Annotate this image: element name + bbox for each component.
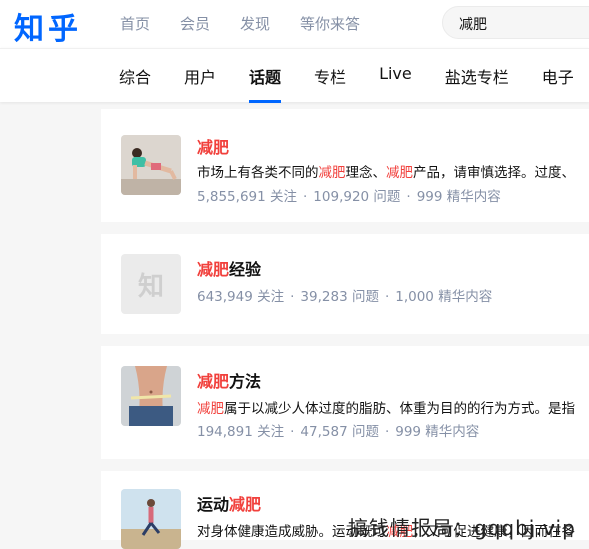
desc-highlight: 减肥 (318, 165, 346, 181)
followers-count: 194,891 关注 (197, 424, 285, 440)
tab-users[interactable]: 用户 (184, 64, 216, 88)
title-highlight: 减肥 (197, 372, 230, 391)
topic-stats: 194,891 关注 · 47,587 问题 · 999 精华内容 (197, 420, 479, 440)
topic-card[interactable]: 知 减肥经验 643,949 关注 · 39,283 问题 · 1,000 精华内容 (101, 234, 589, 334)
topic-card[interactable]: 减肥方法 减肥属于以减少人体过度的脂肪、体重为目的的行为方式。是指 194,89… (101, 346, 589, 459)
followers-count: 643,949 关注 (197, 289, 285, 305)
topic-stats: 5,855,691 关注 · 109,920 问题 · 999 精华内容 (197, 185, 501, 205)
essence-count: 1,000 精华内容 (395, 289, 493, 305)
followers-count: 5,855,691 关注 (197, 189, 297, 205)
top-header: 知乎 首页 会员 发现 等你来答 减肥 (0, 0, 589, 48)
plank-workout-photo[interactable] (121, 135, 181, 195)
separator: · (384, 289, 390, 305)
separator: · (290, 424, 295, 440)
desc-text: 属于以减少人体过度的脂肪、体重为目的的行为方式。是指 (224, 401, 575, 417)
separator: · (290, 289, 295, 305)
search-tabs: 综合 用户 话题 专栏 Live 盐选专栏 电子 (119, 64, 589, 103)
tab-all[interactable]: 综合 (119, 64, 151, 88)
top-nav: 首页 会员 发现 等你来答 (120, 13, 390, 34)
title-rest: 方法 (229, 372, 262, 391)
zhihu-logo[interactable]: 知乎 (14, 4, 82, 48)
title-highlight: 减肥 (229, 495, 262, 514)
topic-title[interactable]: 减肥方法 (197, 368, 261, 392)
essence-count: 999 精华内容 (395, 424, 480, 440)
tab-columns[interactable]: 专栏 (314, 64, 346, 88)
separator: · (303, 189, 308, 205)
questions-count: 47,587 问题 (300, 424, 379, 440)
tab-topics[interactable]: 话题 (249, 64, 282, 103)
topic-title[interactable]: 运动减肥 (197, 491, 261, 515)
topic-card[interactable]: 减肥 市场上有各类不同的减肥理念、减肥产品，请审慎选择。过度、 5,855,69… (101, 109, 589, 222)
desc-text: 产品，请审慎选择。过度、 (413, 165, 575, 181)
nav-waiting-answers[interactable]: 等你来答 (300, 13, 360, 34)
essence-count: 999 精华内容 (416, 189, 501, 205)
search-query: 减肥 (459, 17, 487, 33)
topic-title[interactable]: 减肥 (197, 134, 229, 158)
questions-count: 109,920 问题 (313, 189, 401, 205)
tab-salt-columns[interactable]: 盐选专栏 (445, 64, 509, 88)
title-highlight: 减肥 (197, 260, 230, 279)
waist-measure-photo[interactable] (121, 366, 181, 426)
search-tabs-bar: 综合 用户 话题 专栏 Live 盐选专栏 电子 (0, 48, 589, 103)
watermark-text: 搞钱情报局：gqqbj.vip (348, 516, 576, 540)
questions-count: 39,283 问题 (300, 289, 379, 305)
separator: · (384, 424, 390, 440)
title-rest: 经验 (229, 260, 262, 279)
search-input[interactable]: 减肥 (442, 6, 589, 39)
title-highlight: 减肥 (197, 138, 230, 157)
topic-title[interactable]: 减肥经验 (197, 256, 261, 280)
desc-text: 市场上有各类不同的 (197, 165, 319, 181)
separator: · (406, 189, 411, 205)
topic-description: 市场上有各类不同的减肥理念、减肥产品，请审慎选择。过度、 (197, 161, 575, 181)
nav-discover[interactable]: 发现 (240, 13, 270, 34)
topic-description: 减肥属于以减少人体过度的脂肪、体重为目的的行为方式。是指 (197, 397, 575, 417)
zhihu-placeholder-icon[interactable]: 知 (121, 254, 181, 314)
nav-home[interactable]: 首页 (120, 13, 150, 34)
running-photo[interactable] (121, 489, 181, 549)
topic-stats: 643,949 关注 · 39,283 问题 · 1,000 精华内容 (197, 285, 492, 305)
desc-highlight: 减肥 (197, 401, 224, 417)
nav-membership[interactable]: 会员 (180, 13, 210, 34)
desc-text: 理念、 (345, 165, 387, 181)
tab-ebooks[interactable]: 电子 (542, 64, 574, 88)
desc-highlight: 减肥 (386, 165, 413, 181)
tab-live[interactable]: Live (379, 64, 412, 88)
title-prefix: 运动 (197, 495, 230, 514)
